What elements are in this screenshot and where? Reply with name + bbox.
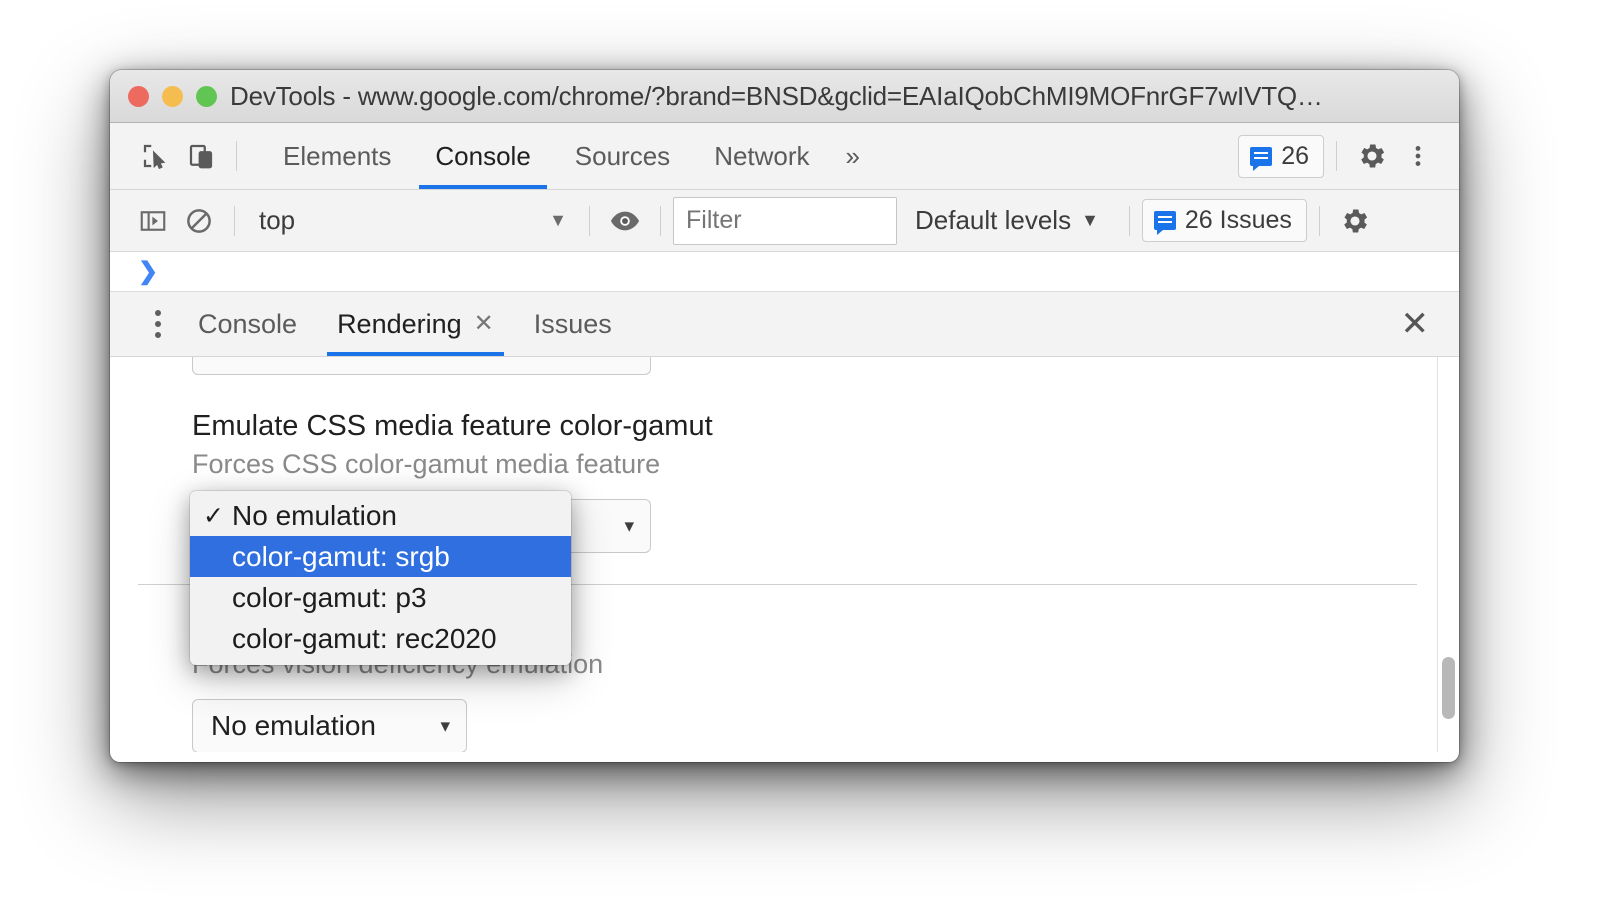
- dropdown-option-srgb[interactable]: color-gamut: srgb: [190, 536, 571, 577]
- chevron-down-icon: ▾: [624, 515, 634, 537]
- dropdown-option-p3-label: color-gamut: p3: [232, 581, 427, 613]
- issues-button-label: 26 Issues: [1184, 206, 1292, 234]
- setting-color-gamut-description: Forces CSS color-gamut media feature: [192, 449, 661, 480]
- filter-divider-1: [234, 205, 235, 236]
- dropdown-option-srgb-label: color-gamut: srgb: [232, 540, 450, 572]
- inspect-element-icon[interactable]: [132, 133, 178, 179]
- tab-console[interactable]: Console: [413, 123, 552, 189]
- panel-scrollbar-track[interactable]: [1437, 357, 1459, 752]
- gear-icon[interactable]: [1349, 133, 1395, 179]
- filter-divider-2: [589, 205, 590, 236]
- filter-divider-5: [1318, 205, 1320, 236]
- dropdown-option-no-emulation-label: No emulation: [232, 499, 397, 531]
- more-tabs-icon[interactable]: »: [832, 141, 872, 172]
- zoom-window-button[interactable]: [196, 85, 217, 107]
- filter-input[interactable]: [673, 196, 897, 245]
- filter-divider-3: [660, 205, 661, 236]
- devtools-main-toolbar: Elements Console Sources Network » 26: [110, 123, 1459, 190]
- screenshot-root: DevTools - www.google.com/chrome/?brand=…: [0, 0, 1598, 924]
- chevron-down-icon: ▼: [549, 210, 567, 230]
- drawer-tab-issues-label: Issues: [533, 308, 612, 339]
- drawer-tab-console-label: Console: [198, 308, 298, 339]
- execution-context-label: top: [259, 205, 296, 235]
- chevron-down-icon: ▾: [440, 715, 450, 737]
- traffic-lights: [128, 85, 217, 107]
- drawer-tabbar: Console Rendering ✕ Issues ✕: [110, 292, 1459, 357]
- dropdown-option-no-emulation[interactable]: ✓ No emulation: [190, 495, 571, 536]
- console-prompt-chevron-icon: ❯: [138, 257, 159, 285]
- close-drawer-icon[interactable]: ✕: [1385, 307, 1446, 341]
- device-toolbar-icon[interactable]: [178, 133, 224, 179]
- log-levels-label: Default levels: [915, 205, 1072, 235]
- execution-context-select[interactable]: top ▼: [247, 200, 577, 242]
- toolbar-divider: [236, 141, 237, 171]
- vision-deficiency-select[interactable]: No emulation ▾: [192, 699, 467, 752]
- drawer-tab-rendering[interactable]: Rendering ✕: [317, 292, 514, 356]
- tab-elements[interactable]: Elements: [261, 123, 413, 189]
- live-expression-icon[interactable]: [602, 198, 648, 244]
- previous-setting-select-clipped[interactable]: [192, 357, 651, 375]
- console-filter-toolbar: top ▼ Default levels ▼ 26 Issue: [110, 190, 1459, 252]
- chevron-down-icon: ▼: [1081, 210, 1099, 230]
- close-icon[interactable]: ✕: [474, 312, 494, 336]
- issues-count-badge[interactable]: 26: [1238, 134, 1324, 178]
- panel-tab-list: Elements Console Sources Network »: [261, 123, 872, 189]
- panel-scrollbar-thumb[interactable]: [1442, 657, 1455, 719]
- dropdown-option-rec2020-label: color-gamut: rec2020: [232, 622, 497, 654]
- dropdown-option-p3[interactable]: color-gamut: p3: [190, 577, 571, 618]
- clear-console-icon[interactable]: [176, 198, 222, 244]
- drawer-menu-icon[interactable]: [138, 310, 178, 338]
- drawer-tab-issues[interactable]: Issues: [514, 292, 632, 356]
- filter-divider-4: [1128, 205, 1130, 236]
- window-titlebar: DevTools - www.google.com/chrome/?brand=…: [110, 70, 1459, 123]
- window-title: DevTools - www.google.com/chrome/?brand=…: [230, 80, 1425, 111]
- log-levels-select[interactable]: Default levels ▼: [897, 205, 1117, 236]
- close-window-button[interactable]: [128, 85, 149, 107]
- console-sidebar-icon[interactable]: [130, 198, 176, 244]
- issues-message-icon: [1153, 211, 1176, 235]
- setting-color-gamut-title: Emulate CSS media feature color-gamut: [192, 410, 713, 442]
- dropdown-option-rec2020[interactable]: color-gamut: rec2020: [190, 618, 571, 659]
- checkmark-icon: ✓: [203, 501, 224, 530]
- tab-sources[interactable]: Sources: [553, 123, 692, 189]
- setting-color-gamut: Emulate CSS media feature color-gamut Fo…: [192, 409, 1092, 481]
- drawer-tab-console[interactable]: Console: [178, 292, 317, 356]
- issues-count-label: 26: [1281, 141, 1309, 170]
- tab-network[interactable]: Network: [692, 123, 831, 189]
- drawer-tab-rendering-label: Rendering: [337, 308, 462, 339]
- gear-icon[interactable]: [1332, 198, 1378, 244]
- toolbar-divider-right: [1336, 141, 1337, 171]
- kebab-menu-icon[interactable]: [1395, 133, 1441, 179]
- color-gamut-dropdown-menu[interactable]: ✓ No emulation color-gamut: srgb color-g…: [190, 491, 571, 665]
- vision-deficiency-select-value: No emulation: [211, 710, 376, 741]
- minimize-window-button[interactable]: [162, 85, 183, 107]
- console-prompt-row[interactable]: ❯: [110, 252, 1459, 292]
- issues-button[interactable]: 26 Issues: [1141, 199, 1307, 242]
- issues-message-icon: [1250, 146, 1273, 171]
